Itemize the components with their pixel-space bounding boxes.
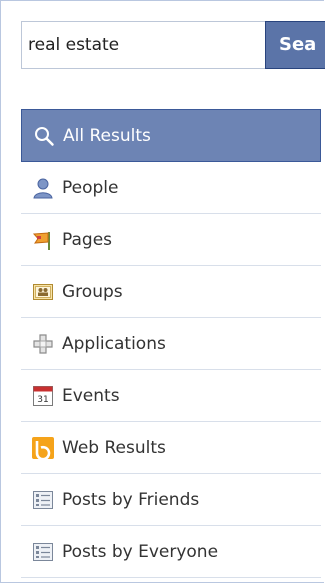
filter-label: Groups (62, 281, 123, 302)
filter-posts-by-everyone[interactable]: Posts by Everyone (21, 526, 321, 578)
flag-icon (32, 229, 54, 251)
filter-web-results[interactable]: Web Results (21, 422, 321, 474)
group-icon (32, 281, 54, 303)
svg-text:31: 31 (37, 395, 48, 405)
search-icon (33, 125, 55, 147)
filter-people[interactable]: People (21, 162, 321, 214)
filter-label: Posts by Friends (62, 489, 200, 510)
filter-groups[interactable]: Groups (21, 266, 321, 318)
posts-icon (32, 541, 54, 563)
filter-label: Pages (62, 229, 113, 250)
filter-label: Web Results (62, 437, 166, 458)
search-button[interactable]: Sea (265, 21, 325, 69)
search-input[interactable] (21, 21, 271, 69)
filter-applications[interactable]: Applications (21, 318, 321, 370)
puzzle-icon (32, 333, 54, 355)
filter-posts-by-friends[interactable]: Posts by Friends (21, 474, 321, 526)
filter-label: All Results (63, 125, 151, 146)
filter-events[interactable]: 31 Events (21, 370, 321, 422)
filter-label: Applications (62, 333, 166, 354)
search-sidebar: Sea All Results People (0, 0, 325, 583)
posts-icon (32, 489, 54, 511)
filter-label: Posts by Everyone (62, 541, 219, 562)
filter-label: People (62, 177, 119, 198)
calendar-icon: 31 (32, 385, 54, 407)
search-bar: Sea (21, 21, 325, 69)
filter-all-results[interactable]: All Results (21, 109, 321, 162)
search-filter-list: All Results People Pages Groups Applicat… (21, 109, 321, 578)
person-icon (32, 177, 54, 199)
filter-pages[interactable]: Pages (21, 214, 321, 266)
filter-label: Events (62, 385, 120, 406)
bing-icon (32, 436, 54, 459)
